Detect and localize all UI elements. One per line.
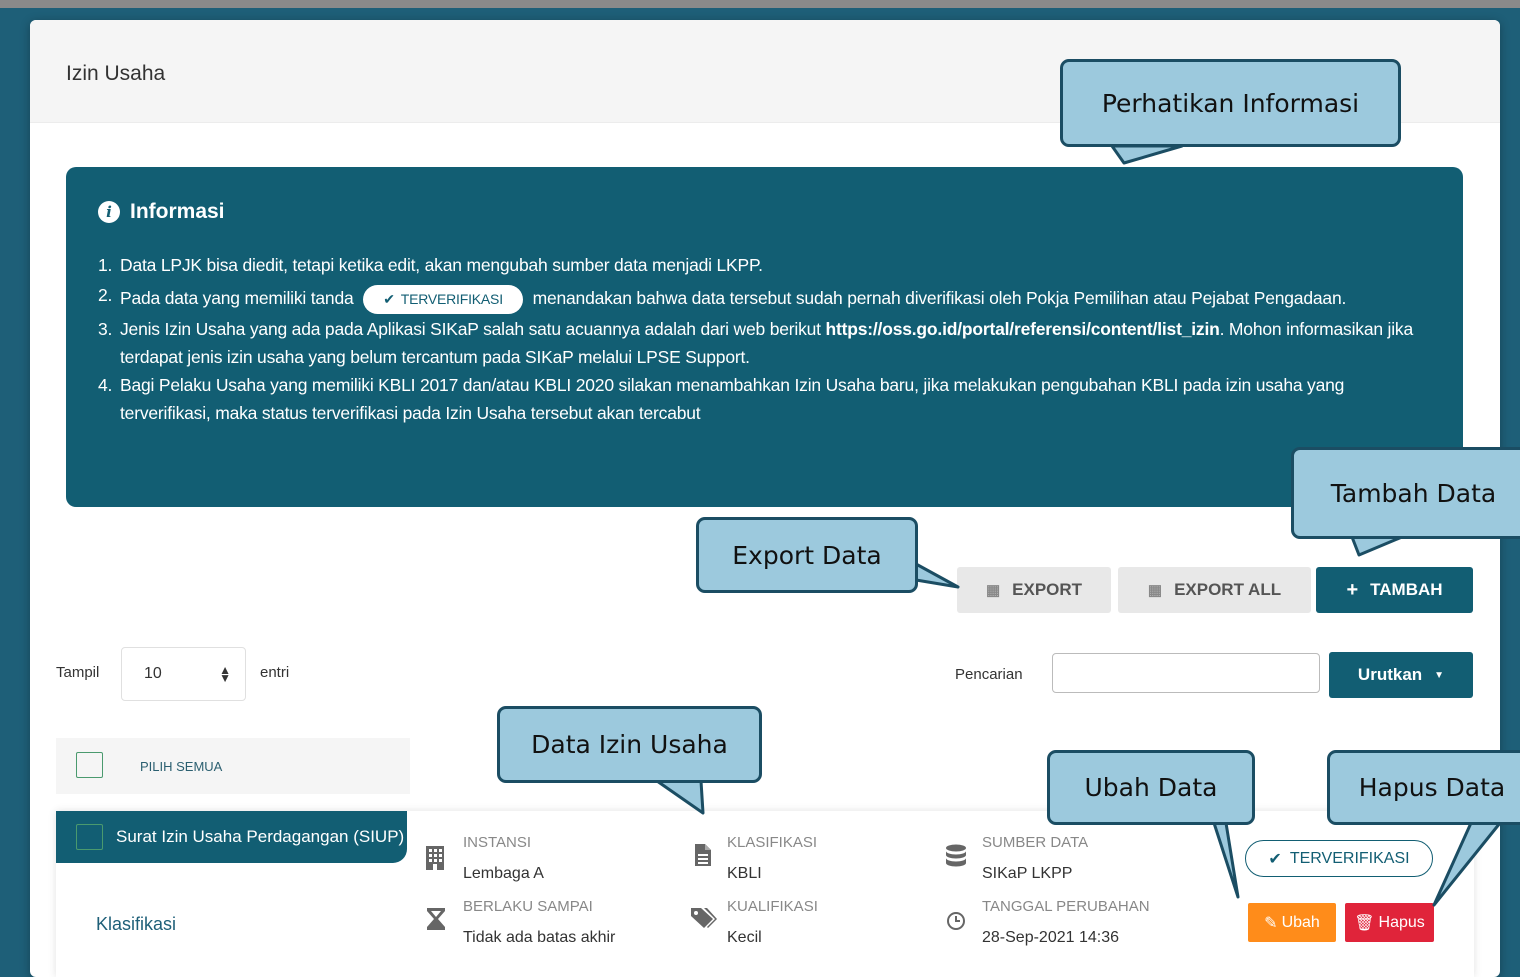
kualifikasi-label: KUALIFIKASI xyxy=(727,898,818,915)
edit-icon: ✎ xyxy=(1264,914,1278,932)
ubah-button[interactable]: ✎ Ubah xyxy=(1248,903,1336,942)
callout-tambah-data: Tambah Data xyxy=(1291,447,1520,539)
export-all-button[interactable]: ▦ EXPORT ALL xyxy=(1118,567,1311,613)
callout-label: Perhatikan Informasi xyxy=(1101,88,1360,118)
export-button[interactable]: ▦ EXPORT xyxy=(957,567,1111,613)
info-item: 2. Pada data yang memiliki tanda ✔ TERVER… xyxy=(98,281,1428,315)
callout-export-data: Export Data xyxy=(696,517,918,593)
verified-status-badge: ✔ TERVERIFIKASI xyxy=(1245,840,1433,877)
tambah-button-label: TAMBAH xyxy=(1370,580,1443,599)
callout-label: Hapus Data xyxy=(1358,773,1506,802)
clock-icon xyxy=(946,911,966,937)
info-heading: i Informasi xyxy=(98,200,225,224)
select-all-checkbox[interactable] xyxy=(76,752,103,778)
item-title: Surat Izin Usaha Perdagangan (SIUP) xyxy=(116,827,405,846)
export-all-button-label: EXPORT ALL xyxy=(1174,580,1282,599)
callout-label: Ubah Data xyxy=(1084,773,1218,802)
show-entries-label: Tampil xyxy=(56,664,100,681)
select-all-bar: PILIH SEMUA xyxy=(56,738,410,794)
info-icon: i xyxy=(98,201,120,223)
sort-arrows-icon: ▲ ▼ xyxy=(219,663,231,685)
plus-icon: + xyxy=(1346,578,1359,601)
table-icon: ▦ xyxy=(1147,582,1163,599)
list-item: Surat Izin Usaha Perdagangan (SIUP) Klas… xyxy=(56,811,1474,977)
berlaku-label: BERLAKU SAMPAI xyxy=(463,898,593,915)
callout-perhatikan-informasi: Perhatikan Informasi xyxy=(1060,59,1401,147)
berlaku-value: Tidak ada batas akhir xyxy=(463,929,616,946)
verified-badge-sample: ✔ TERVERIFIKASI xyxy=(363,284,523,314)
callout-hapus-data: Hapus Data xyxy=(1327,750,1520,825)
building-icon xyxy=(425,845,445,877)
info-item-text-after: menandakan bahwa data tersebut sudah per… xyxy=(532,288,1347,308)
hapus-button-label: Hapus xyxy=(1378,913,1425,931)
info-item-text-before: Jenis Izin Usaha yang ada pada Aplikasi … xyxy=(120,319,821,339)
item-title-tab: Surat Izin Usaha Perdagangan (SIUP) xyxy=(56,811,407,863)
info-item-number: 1. xyxy=(98,255,113,275)
item-checkbox[interactable] xyxy=(76,824,103,850)
kualifikasi-value: Kecil xyxy=(727,929,762,946)
izin-usaha-card: Izin Usaha i Informasi 1. Data LPJK bisa… xyxy=(30,20,1500,977)
search-label: Pencarian xyxy=(955,666,1023,683)
sumber-label: SUMBER DATA xyxy=(982,834,1089,851)
database-icon xyxy=(945,844,967,874)
info-item: 1. Data LPJK bisa diedit, tetapi ketika … xyxy=(98,251,1428,279)
tanggal-value: 28-Sep-2021 14:36 xyxy=(982,929,1119,946)
callout-data-izin-usaha: Data Izin Usaha xyxy=(497,706,762,783)
callout-label: Tambah Data xyxy=(1330,478,1497,508)
klasifikasi-link[interactable]: Klasifikasi xyxy=(96,914,176,935)
tags-icon xyxy=(690,907,718,935)
info-box: i Informasi 1. Data LPJK bisa diedit, te… xyxy=(66,167,1463,507)
ubah-button-label: Ubah xyxy=(1281,913,1320,931)
info-item-text-before: Pada data yang memiliki tanda xyxy=(120,288,354,308)
klasifikasi-label: KLASIFIKASI xyxy=(727,834,818,851)
hapus-button[interactable]: 🗑 Hapus xyxy=(1345,903,1434,942)
export-button-label: EXPORT xyxy=(1012,580,1083,599)
caret-down-icon: ▼ xyxy=(1434,669,1445,681)
hourglass-icon xyxy=(426,907,446,937)
check-icon: ✔ xyxy=(383,291,395,308)
verified-badge-label: TERVERIFIKASI xyxy=(400,291,503,308)
instansi-label: INSTANSI xyxy=(463,834,532,851)
page-title: Izin Usaha xyxy=(66,62,166,85)
info-item-text: Pada data yang memiliki tanda ✔ TERVERIFI… xyxy=(120,281,1346,315)
info-item-text: Jenis Izin Usaha yang ada pada Aplikasi … xyxy=(120,315,1428,371)
info-item-number: 4. xyxy=(98,375,113,395)
sort-button-label: Urutkan xyxy=(1357,665,1423,684)
tambah-button[interactable]: + TAMBAH xyxy=(1316,567,1473,613)
callout-label: Export Data xyxy=(732,540,882,570)
info-item-number: 2. xyxy=(98,285,113,305)
table-icon: ▦ xyxy=(985,582,1001,599)
sort-dropdown-button[interactable]: Urutkan ▼ xyxy=(1329,652,1473,698)
info-item: 4. Bagi Pelaku Usaha yang memiliki KBLI … xyxy=(98,371,1428,427)
verified-status-label: TERVERIFIKASI xyxy=(1289,849,1410,867)
entries-label: entri xyxy=(260,664,290,681)
info-item-text: Data LPJK bisa diedit, tetapi ketika edi… xyxy=(120,255,763,275)
callout-ubah-data: Ubah Data xyxy=(1047,750,1255,825)
select-all-label: PILIH SEMUA xyxy=(140,759,223,774)
info-list: 1. Data LPJK bisa diedit, tetapi ketika … xyxy=(98,251,1428,427)
info-item-text: Bagi Pelaku Usaha yang memiliki KBLI 201… xyxy=(120,375,1345,423)
info-heading-label: Informasi xyxy=(130,200,225,223)
info-item-number: 3. xyxy=(98,319,113,339)
info-item: 3. Jenis Izin Usaha yang ada pada Aplika… xyxy=(98,315,1428,371)
trash-icon: 🗑 xyxy=(1354,914,1375,932)
check-icon: ✔ xyxy=(1268,850,1282,868)
klasifikasi-value: KBLI xyxy=(727,865,762,882)
callout-label: Data Izin Usaha xyxy=(531,730,728,759)
document-icon xyxy=(694,843,712,873)
page-size-value: 10 xyxy=(144,665,162,682)
page-size-select[interactable]: 10 ▲ ▼ xyxy=(121,647,246,701)
oss-reference-link[interactable]: https://oss.go.id/portal/referensi/conte… xyxy=(826,319,1220,339)
tanggal-label: TANGGAL PERUBAHAN xyxy=(982,898,1150,915)
instansi-value: Lembaga A xyxy=(463,865,544,882)
sumber-value: SIKaP LKPP xyxy=(982,865,1073,882)
search-input[interactable] xyxy=(1052,653,1320,693)
